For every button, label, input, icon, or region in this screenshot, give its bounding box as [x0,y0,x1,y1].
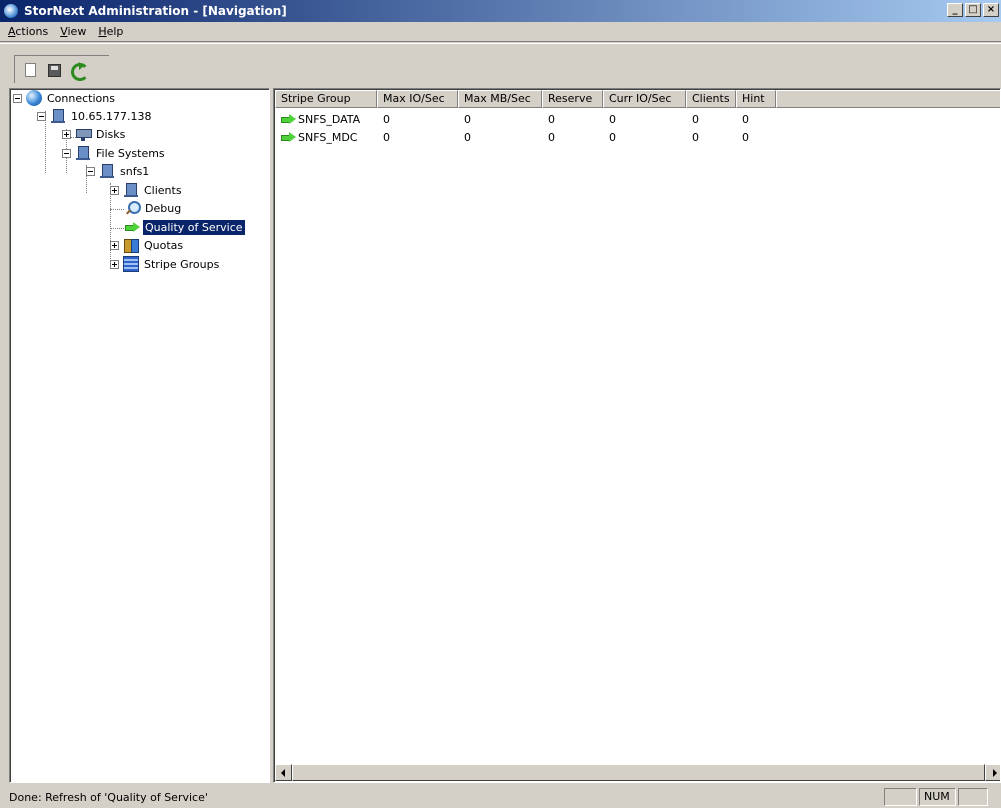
clients-icon [123,182,139,198]
cell-stripe-group: SNFS_MDC [275,129,377,145]
green-arrow-icon [280,111,296,127]
menu-view[interactable]: View [54,25,92,38]
expand-icon[interactable] [110,185,119,195]
cell-max-mb: 0 [464,112,471,126]
collapse-icon[interactable] [62,148,71,158]
cell-hint: 0 [742,112,749,126]
column-header-max-io[interactable]: Max IO/Sec [377,90,458,108]
tree-line [110,228,124,229]
scroll-right-button[interactable] [985,764,1000,781]
navigation-tree[interactable]: Connections 10.65.177.138 Disks File Sys… [9,88,270,783]
status-bar: Done: Refresh of 'Quality of Service' NU… [0,786,1001,808]
save-button[interactable] [43,60,65,80]
minimize-button[interactable]: _ [947,3,963,17]
window-controls: _ □ × [947,3,999,17]
column-header-filler [776,90,1000,108]
stripe-group-name: SNFS_DATA [298,112,361,126]
cell-max-mb: 0 [464,130,471,144]
refresh-button[interactable] [67,60,89,81]
cell-stripe-group: SNFS_DATA [275,111,377,127]
green-arrow-icon [124,219,140,235]
cell-clients: 0 [692,112,699,126]
tree-node-quotas[interactable]: Quotas [110,236,185,254]
file-systems-icon [75,145,91,161]
menu-actions[interactable]: Actions [2,25,54,38]
globe-icon [26,90,42,106]
column-header-hint[interactable]: Hint [736,90,776,108]
qos-table[interactable]: Stripe Group Max IO/Sec Max MB/Sec Reser… [273,88,1001,783]
app-globe-icon [3,3,19,19]
cell-max-io: 0 [383,130,390,144]
collapse-icon[interactable] [86,166,95,176]
quotas-icon [123,237,139,253]
tree-node-debug[interactable]: Debug [124,199,183,217]
num-lock-indicator: NUM [919,788,956,806]
tree-node-connections[interactable]: Connections [13,89,117,107]
cell-clients: 0 [692,130,699,144]
server-icon [50,108,66,124]
close-button[interactable]: × [983,3,999,17]
expand-icon[interactable] [110,240,119,250]
cell-reserve: 0 [548,130,555,144]
status-panel-empty [958,788,988,806]
cell-curr-io: 0 [609,112,616,126]
column-header-reserve[interactable]: Reserve [542,90,603,108]
magnifier-icon [124,200,141,216]
menu-help[interactable]: Help [92,25,129,38]
collapse-icon[interactable] [37,111,46,121]
horizontal-scrollbar[interactable] [275,764,1000,781]
stripe-group-name: SNFS_MDC [298,130,358,144]
expand-icon[interactable] [62,129,71,139]
tree-node-snfs1[interactable]: snfs1 [86,162,151,180]
table-row[interactable]: SNFS_MDC 0 0 0 0 0 0 [275,128,776,146]
tree-line [110,209,124,210]
table-header: Stripe Group Max IO/Sec Max MB/Sec Reser… [275,90,1000,108]
green-arrow-icon [280,129,296,145]
maximize-button[interactable]: □ [965,3,981,17]
column-header-clients[interactable]: Clients [686,90,736,108]
file-system-icon [99,163,115,179]
scroll-thumb[interactable] [292,764,985,781]
scroll-left-button[interactable] [275,764,292,781]
table-row[interactable]: SNFS_DATA 0 0 0 0 0 0 [275,110,776,128]
tree-node-host[interactable]: 10.65.177.138 [37,107,153,125]
disk-icon [75,126,92,142]
refresh-icon [70,62,89,81]
toolbar-group [14,55,109,83]
expand-icon[interactable] [110,259,119,269]
tree-node-disks[interactable]: Disks [62,125,127,143]
menu-bar: Actions View Help [0,22,1001,42]
status-text: Done: Refresh of 'Quality of Service' [9,791,208,804]
save-icon [47,63,61,77]
stripe-groups-icon [123,256,139,272]
column-header-stripe-group[interactable]: Stripe Group [275,90,377,108]
cell-curr-io: 0 [609,130,616,144]
toolbar [0,43,1001,88]
column-header-curr-io[interactable]: Curr IO/Sec [603,90,686,108]
window-title: StorNext Administration - [Navigation] [24,4,287,18]
status-panel-empty [884,788,917,806]
column-header-max-mb[interactable]: Max MB/Sec [458,90,542,108]
tree-node-clients[interactable]: Clients [110,181,184,199]
collapse-icon[interactable] [13,93,22,103]
tree-node-stripe-groups[interactable]: Stripe Groups [110,255,221,273]
cell-hint: 0 [742,130,749,144]
cell-reserve: 0 [548,112,555,126]
title-bar: StorNext Administration - [Navigation] _… [0,0,1001,22]
cell-max-io: 0 [383,112,390,126]
new-icon [24,63,36,77]
tree-node-file-systems[interactable]: File Systems [62,144,167,162]
tree-node-quality-of-service[interactable]: Quality of Service [124,218,246,236]
new-button[interactable] [19,60,41,80]
